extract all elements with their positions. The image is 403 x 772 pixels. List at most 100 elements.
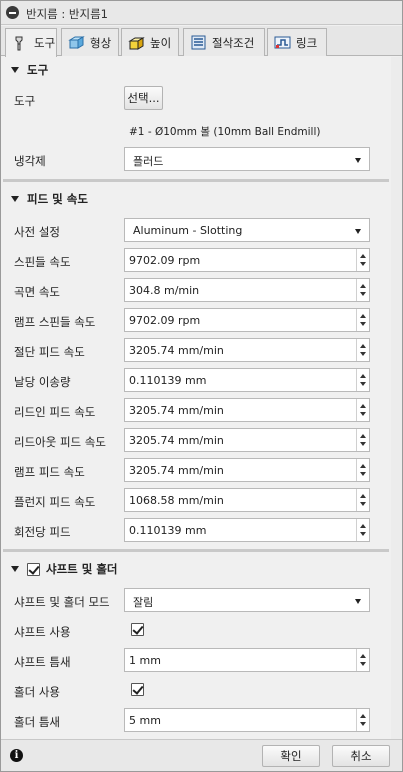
tab-label: 링크 bbox=[296, 35, 318, 50]
tab-label: 형상 bbox=[90, 35, 112, 50]
feed-row-input[interactable]: 1068.58 mm/min bbox=[124, 488, 370, 512]
holder-clearance-value: 5 mm bbox=[129, 714, 161, 727]
spin-up-icon[interactable] bbox=[360, 654, 366, 658]
scrollbar[interactable] bbox=[391, 57, 402, 739]
feed-row-input[interactable]: 3205.74 mm/min bbox=[124, 338, 370, 362]
cancel-button[interactable]: 취소 bbox=[332, 745, 390, 767]
feed-row-value: 3205.74 mm/min bbox=[129, 434, 224, 447]
spin-up-icon[interactable] bbox=[360, 464, 366, 468]
spinner[interactable] bbox=[356, 459, 369, 481]
spin-down-icon[interactable] bbox=[360, 292, 366, 296]
spin-down-icon[interactable] bbox=[360, 442, 366, 446]
spin-down-icon[interactable] bbox=[360, 262, 366, 266]
section-title: 도구 bbox=[27, 63, 49, 77]
spin-down-icon[interactable] bbox=[360, 412, 366, 416]
tool-icon bbox=[12, 35, 29, 52]
spinner[interactable] bbox=[356, 249, 369, 271]
spin-up-icon[interactable] bbox=[360, 494, 366, 498]
chevron-down-icon bbox=[355, 158, 361, 163]
spin-down-icon[interactable] bbox=[360, 352, 366, 356]
section-header-holder[interactable]: 샤프트 및 홀더 bbox=[1, 558, 391, 580]
feed-row-value: 9702.09 rpm bbox=[129, 254, 201, 267]
spin-down-icon[interactable] bbox=[360, 472, 366, 476]
feed-row-input[interactable]: 3205.74 mm/min bbox=[124, 428, 370, 452]
spin-up-icon[interactable] bbox=[360, 714, 366, 718]
spin-up-icon[interactable] bbox=[360, 434, 366, 438]
preset-select[interactable]: Aluminum - Slotting bbox=[124, 218, 370, 242]
section-title: 샤프트 및 홀더 bbox=[46, 562, 118, 576]
section-header-tool[interactable]: 도구 bbox=[1, 59, 391, 81]
holder-section-checkbox[interactable] bbox=[27, 562, 40, 576]
spinner[interactable] bbox=[356, 649, 369, 671]
feed-row-label: 스핀들 속도 bbox=[14, 255, 71, 269]
use-holder-checkbox[interactable] bbox=[131, 683, 144, 696]
feed-row-label: 램프 피드 속도 bbox=[14, 465, 85, 479]
use-shaft-checkbox[interactable] bbox=[131, 623, 144, 636]
spin-down-icon[interactable] bbox=[360, 502, 366, 506]
preset-label: 사전 설정 bbox=[14, 225, 60, 239]
spin-down-icon[interactable] bbox=[360, 722, 366, 726]
tab-label: 절삭조건 bbox=[212, 35, 255, 50]
spin-up-icon[interactable] bbox=[360, 284, 366, 288]
tab-linking[interactable]: 링크 bbox=[267, 28, 327, 56]
collapse-triangle-icon[interactable] bbox=[11, 196, 19, 202]
feed-row-input[interactable]: 3205.74 mm/min bbox=[124, 458, 370, 482]
dialog-footer: i 확인 취소 bbox=[1, 739, 402, 771]
spinner[interactable] bbox=[356, 339, 369, 361]
collapse-triangle-icon[interactable] bbox=[11, 566, 19, 572]
coolant-select[interactable]: 플러드 bbox=[124, 147, 370, 171]
feed-row-label: 곡면 속도 bbox=[14, 285, 60, 299]
spin-up-icon[interactable] bbox=[360, 524, 366, 528]
collapse-triangle-icon[interactable] bbox=[11, 67, 19, 73]
feed-row-input[interactable]: 304.8 m/min bbox=[124, 278, 370, 302]
spin-down-icon[interactable] bbox=[360, 382, 366, 386]
shaft-clearance-value: 1 mm bbox=[129, 654, 161, 667]
select-tool-button[interactable]: 선택... bbox=[124, 86, 163, 110]
tab-passes[interactable]: 절삭조건 bbox=[183, 28, 265, 56]
feed-row-input[interactable]: 0.110139 mm bbox=[124, 518, 370, 542]
spinner[interactable] bbox=[356, 429, 369, 451]
tab-geometry[interactable]: 형상 bbox=[61, 28, 119, 56]
feed-row-input[interactable]: 9702.09 rpm bbox=[124, 308, 370, 332]
shaft-clearance-input[interactable]: 1 mm bbox=[124, 648, 370, 672]
feed-row-value: 9702.09 rpm bbox=[129, 314, 201, 327]
feed-row-label: 절단 피드 속도 bbox=[14, 345, 85, 359]
spinner[interactable] bbox=[356, 519, 369, 541]
feed-row-input[interactable]: 9702.09 rpm bbox=[124, 248, 370, 272]
spin-up-icon[interactable] bbox=[360, 404, 366, 408]
section-divider bbox=[3, 179, 389, 182]
spin-up-icon[interactable] bbox=[360, 254, 366, 258]
passes-icon bbox=[190, 34, 207, 51]
spin-up-icon[interactable] bbox=[360, 314, 366, 318]
spin-up-icon[interactable] bbox=[360, 344, 366, 348]
spin-down-icon[interactable] bbox=[360, 322, 366, 326]
ok-button[interactable]: 확인 bbox=[262, 745, 320, 767]
feed-row-value: 304.8 m/min bbox=[129, 284, 200, 297]
spinner[interactable] bbox=[356, 399, 369, 421]
title-bar[interactable]: 반지름 : 반지름1 bbox=[1, 1, 402, 25]
feed-row-input[interactable]: 0.110139 mm bbox=[124, 368, 370, 392]
dialog-content: 도구 도구 선택... #1 - Ø10mm 볼 (10mm Ball Endm… bbox=[1, 57, 402, 739]
collapse-icon[interactable] bbox=[6, 6, 19, 19]
tab-tool[interactable]: 도구 bbox=[5, 28, 57, 57]
feed-row-input[interactable]: 3205.74 mm/min bbox=[124, 398, 370, 422]
tab-heights[interactable]: 높이 bbox=[121, 28, 179, 56]
chevron-down-icon bbox=[355, 229, 361, 234]
feed-row-label: 램프 스핀들 속도 bbox=[14, 315, 96, 329]
spin-down-icon[interactable] bbox=[360, 532, 366, 536]
section-header-feeds[interactable]: 피드 및 속도 bbox=[1, 188, 391, 210]
spin-up-icon[interactable] bbox=[360, 374, 366, 378]
section-title: 피드 및 속도 bbox=[27, 192, 88, 206]
holder-clearance-label: 홀더 틈새 bbox=[14, 715, 60, 729]
dialog-window: 반지름 : 반지름1 도구 형상 높이 절삭조건 링크 도구 도구 선택... … bbox=[0, 0, 403, 772]
spinner[interactable] bbox=[356, 709, 369, 731]
spin-down-icon[interactable] bbox=[360, 662, 366, 666]
info-icon[interactable]: i bbox=[10, 749, 23, 762]
holder-clearance-input[interactable]: 5 mm bbox=[124, 708, 370, 732]
spinner[interactable] bbox=[356, 369, 369, 391]
spinner[interactable] bbox=[356, 279, 369, 301]
spinner[interactable] bbox=[356, 489, 369, 511]
spinner[interactable] bbox=[356, 309, 369, 331]
use-shaft-label: 샤프트 사용 bbox=[14, 625, 71, 639]
holder-mode-select[interactable]: 잘림 bbox=[124, 588, 370, 612]
